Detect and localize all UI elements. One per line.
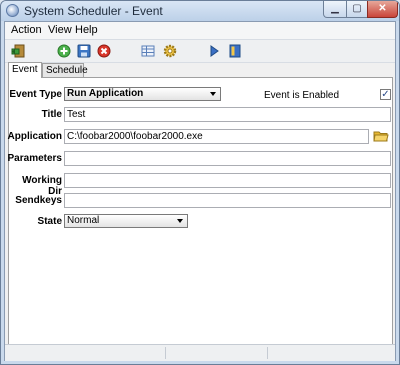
working-dir-field[interactable]: [64, 173, 391, 188]
chevron-down-icon: [210, 92, 216, 96]
status-separator: [267, 347, 268, 359]
state-value: Normal: [67, 215, 100, 226]
client-area: Action View Help Event Schedule Event Ty…: [4, 21, 396, 361]
event-type-select[interactable]: Run Application: [64, 87, 221, 101]
state-select[interactable]: Normal: [64, 214, 188, 228]
sendkeys-field[interactable]: [64, 193, 391, 208]
close-button[interactable]: ✕: [367, 1, 398, 18]
status-bar: [5, 344, 395, 361]
minimize-button[interactable]: ▁: [323, 1, 347, 18]
run-icon[interactable]: [206, 43, 222, 59]
table-icon[interactable]: [140, 43, 156, 59]
menu-view[interactable]: View: [48, 24, 72, 36]
chevron-down-icon: [177, 219, 183, 223]
tab-event[interactable]: Event: [8, 62, 42, 78]
menu-help[interactable]: Help: [75, 24, 98, 36]
book-icon[interactable]: [227, 43, 243, 59]
state-label: State: [37, 216, 62, 227]
enabled-checkbox[interactable]: ✓: [380, 89, 391, 100]
title-bar[interactable]: System Scheduler - Event ▁ ▢ ✕: [1, 1, 399, 21]
parameters-field[interactable]: [64, 151, 391, 166]
enabled-label: Event is Enabled: [264, 90, 340, 101]
exit-icon[interactable]: [11, 43, 27, 59]
menu-bar: Action View Help: [5, 22, 395, 40]
maximize-button[interactable]: ▢: [346, 1, 368, 18]
event-type-label: Event Type: [9, 89, 62, 100]
application-field[interactable]: C:\foobar2000\foobar2000.exe: [64, 129, 369, 144]
event-type-value: Run Application: [67, 88, 144, 99]
title-field[interactable]: Test: [64, 107, 391, 122]
browse-folder-icon[interactable]: [373, 128, 389, 144]
title-label: Title: [41, 109, 62, 120]
settings-icon[interactable]: [162, 43, 178, 59]
delete-icon[interactable]: [96, 43, 112, 59]
status-separator: [165, 347, 166, 359]
event-panel: Event Type Run Application Event is Enab…: [8, 77, 393, 347]
app-icon: [6, 4, 19, 17]
menu-action[interactable]: Action: [11, 24, 42, 36]
working-dir-label: Working Dir: [22, 175, 62, 197]
window-title: System Scheduler - Event: [24, 4, 163, 18]
add-icon[interactable]: [56, 43, 72, 59]
app-window: System Scheduler - Event ▁ ▢ ✕ Action Vi…: [0, 0, 400, 365]
application-label: Application: [7, 131, 62, 142]
toolbar: [5, 40, 395, 63]
save-icon[interactable]: [76, 43, 92, 59]
sendkeys-label: Sendkeys: [15, 195, 62, 206]
tab-schedule[interactable]: Schedule: [42, 63, 88, 78]
parameters-label: Parameters: [7, 153, 62, 164]
